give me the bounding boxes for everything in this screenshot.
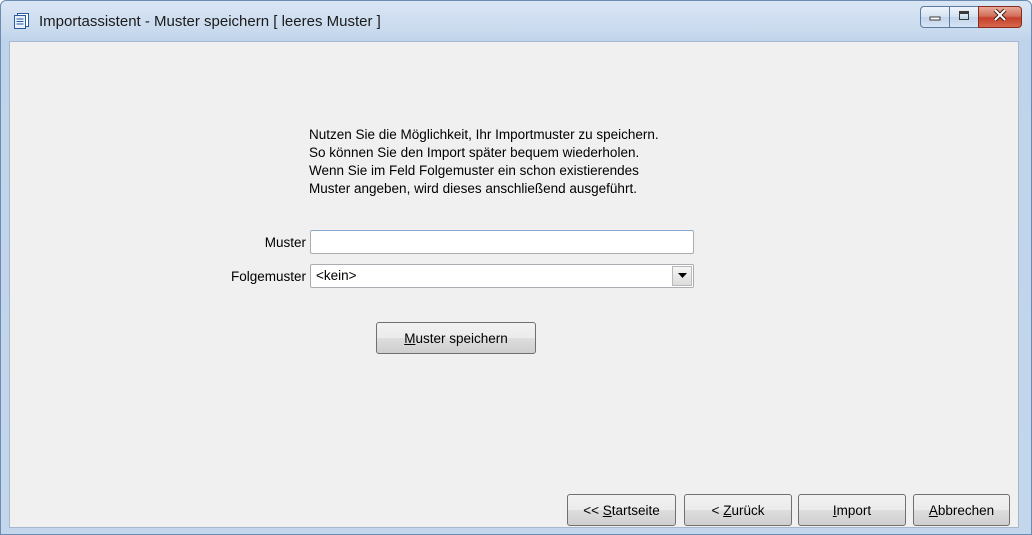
info-text: Nutzen Sie die Möglichkeit, Ihr Importmu… bbox=[309, 126, 659, 198]
import-button[interactable]: Import bbox=[798, 494, 906, 526]
button-label: Import bbox=[832, 502, 872, 518]
info-line: Muster angeben, wird dieses anschließend… bbox=[309, 181, 637, 196]
button-label: < Zurück bbox=[711, 502, 765, 518]
startseite-button[interactable]: << Startseite bbox=[567, 494, 676, 526]
maximize-icon bbox=[958, 8, 970, 26]
window-title: Importassistent - Muster speichern [ lee… bbox=[39, 13, 381, 30]
cancel-button[interactable]: Abbrechen bbox=[913, 494, 1010, 526]
minimize-icon bbox=[929, 8, 941, 26]
folgemuster-select[interactable]: <kein> bbox=[310, 264, 694, 288]
info-line: Nutzen Sie die Möglichkeit, Ihr Importmu… bbox=[309, 127, 659, 142]
caption-buttons bbox=[920, 6, 1022, 30]
muster-label: Muster bbox=[264, 235, 306, 250]
muster-input[interactable] bbox=[310, 230, 694, 254]
info-line: Wenn Sie im Feld Folgemuster ein schon e… bbox=[309, 163, 639, 178]
button-label: << Startseite bbox=[583, 502, 660, 518]
dropdown-arrow-icon[interactable] bbox=[672, 266, 692, 286]
app-icon bbox=[13, 12, 31, 30]
maximize-button[interactable] bbox=[949, 6, 979, 28]
folgemuster-value: <kein> bbox=[316, 268, 357, 283]
back-button[interactable]: < Zurück bbox=[684, 494, 792, 526]
close-icon bbox=[993, 8, 1007, 26]
title-bar[interactable]: Importassistent - Muster speichern [ lee… bbox=[1, 1, 1031, 41]
save-pattern-button[interactable]: Muster speichern bbox=[376, 322, 536, 354]
button-label: Abbrechen bbox=[928, 502, 995, 518]
close-button[interactable] bbox=[978, 6, 1022, 28]
button-label: Muster speichern bbox=[404, 330, 508, 346]
window: Importassistent - Muster speichern [ lee… bbox=[0, 0, 1032, 535]
minimize-button[interactable] bbox=[920, 6, 950, 28]
folgemuster-label: Folgemuster bbox=[230, 269, 306, 284]
dialog-content: Nutzen Sie die Möglichkeit, Ihr Importmu… bbox=[9, 41, 1019, 528]
info-line: So können Sie den Import später bequem w… bbox=[309, 145, 640, 160]
